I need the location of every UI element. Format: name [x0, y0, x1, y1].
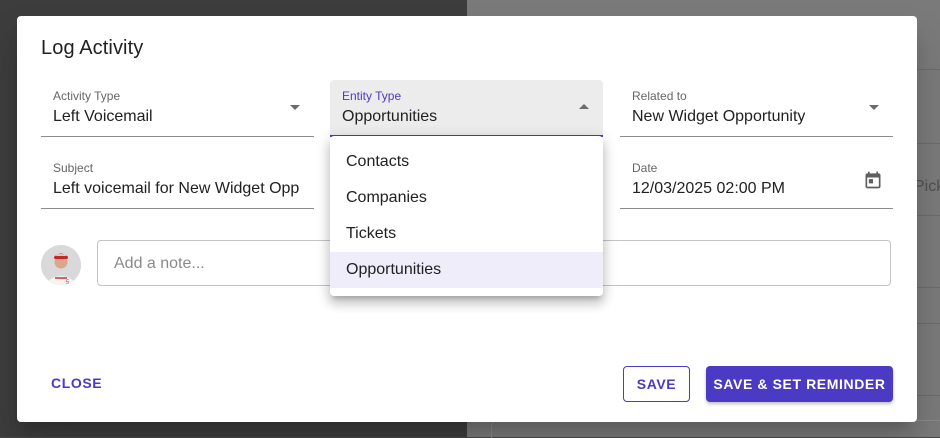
calendar-icon[interactable] — [863, 170, 883, 190]
save-and-set-reminder-button[interactable]: SAVE & SET REMINDER — [706, 366, 893, 402]
entity-type-label: Entity Type — [342, 89, 402, 103]
menu-item-opportunities[interactable]: Opportunities — [330, 252, 603, 288]
subject-label: Subject — [53, 161, 94, 175]
entity-type-value: Opportunities — [342, 108, 438, 125]
related-to-select[interactable]: Related to New Widget Opportunity — [620, 80, 893, 137]
menu-item-tickets[interactable]: Tickets — [330, 216, 603, 252]
date-field[interactable]: Date 12/03/2025 02:00 PM — [620, 152, 893, 209]
date-label: Date — [632, 161, 658, 175]
backdrop-card-edge — [491, 420, 940, 438]
avatar: 5 — [41, 245, 81, 285]
dialog-title: Log Activity — [41, 37, 144, 59]
dropdown-arrow-icon — [290, 105, 300, 110]
note-placeholder: Add a note... — [114, 255, 205, 272]
entity-type-menu: Contacts Companies Tickets Opportunities — [330, 136, 603, 296]
activity-type-value: Left Voicemail — [53, 108, 153, 125]
subject-field[interactable]: Subject Left voicemail for New Widget Op… — [41, 152, 314, 209]
date-value: 12/03/2025 02:00 PM — [632, 180, 786, 197]
related-to-label: Related to — [632, 89, 687, 103]
menu-item-contacts[interactable]: Contacts — [330, 144, 603, 180]
entity-type-select[interactable]: Entity Type Opportunities — [330, 80, 603, 137]
save-button[interactable]: SAVE — [623, 366, 690, 402]
related-to-value: New Widget Opportunity — [632, 108, 806, 125]
dropdown-arrow-icon — [869, 105, 879, 110]
activity-type-select[interactable]: Activity Type Left Voicemail — [41, 80, 314, 137]
close-button[interactable]: CLOSE — [51, 375, 102, 391]
dropdown-arrow-icon — [579, 104, 589, 109]
subject-value: Left voicemail for New Widget Opp — [53, 180, 300, 197]
menu-item-companies[interactable]: Companies — [330, 180, 603, 216]
activity-type-label: Activity Type — [53, 89, 121, 103]
backdrop-partial-text: Pick — [914, 178, 940, 195]
